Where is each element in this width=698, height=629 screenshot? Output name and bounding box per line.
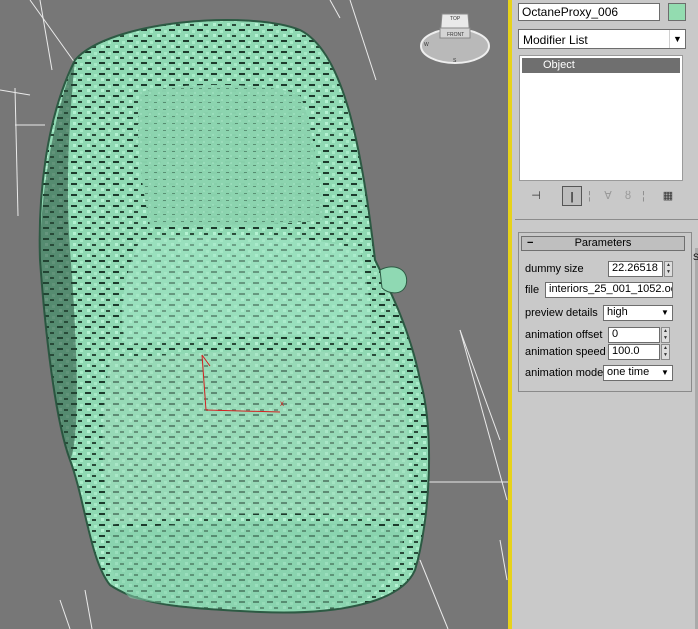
animation-offset-field[interactable]: 0 [608, 327, 660, 343]
svg-text:x: x [280, 399, 284, 408]
pin-stack-icon[interactable]: ⊣ [526, 186, 546, 206]
chevron-down-icon[interactable]: ▼ [659, 366, 671, 380]
panel-edge-label: S [693, 252, 698, 262]
animation-speed-spinner[interactable]: ▲ ▼ [661, 344, 670, 360]
viewcube-compass-w: W [424, 42, 429, 48]
preview-details-value: high [607, 306, 628, 318]
panel-divider [515, 219, 698, 220]
show-end-result-icon[interactable]: | [562, 186, 582, 206]
file-label: file [525, 284, 540, 296]
stack-item-label: Object [543, 59, 575, 71]
object-name-field[interactable]: OctaneProxy_006 [518, 3, 660, 21]
viewcube-front-label: FRONT [447, 32, 464, 38]
car-proxy-mesh [38, 19, 431, 614]
viewcube-top-label: TOP [450, 16, 461, 22]
chevron-down-icon[interactable]: ▼ [669, 30, 685, 48]
animation-offset-spinner[interactable]: ▲ ▼ [661, 327, 670, 343]
dummy-size-field[interactable]: 22.26518 [608, 261, 663, 277]
modifier-list-label: Modifier List [523, 33, 588, 47]
preview-details-label: preview details [525, 307, 598, 319]
animation-mode-label: animation mode [525, 367, 604, 379]
animation-offset-label: animation offset [525, 329, 603, 341]
toolbar-divider: ¦ [588, 190, 591, 202]
stack-item-object[interactable]: Object [522, 58, 680, 73]
dummy-size-label: dummy size [525, 263, 584, 275]
animation-speed-field[interactable]: 100.0 [608, 344, 660, 360]
animation-mode-value: one time [607, 366, 650, 378]
make-unique-icon[interactable]: ∀ [598, 186, 618, 206]
toolbar-divider: ¦ [642, 190, 645, 202]
dummy-size-spinner[interactable]: ▲ ▼ [664, 261, 673, 277]
viewport-scene: x [0, 0, 508, 629]
file-field[interactable]: interiors_25_001_1052.oc [545, 282, 673, 298]
object-color-swatch[interactable] [668, 3, 686, 21]
parameters-rollout: − Parameters dummy size 22.26518 ▲ ▼ file… [518, 232, 692, 392]
animation-speed-label: animation speed [525, 346, 606, 358]
remove-modifier-icon[interactable]: ȣ [618, 186, 638, 206]
configure-modifier-sets-icon[interactable]: ▦ [658, 186, 678, 206]
rollout-title: Parameters [574, 237, 632, 249]
animation-mode-dropdown[interactable]: one time ▼ [603, 365, 673, 381]
modifier-stack[interactable]: Object [519, 55, 683, 181]
modifier-list-dropdown[interactable]: Modifier List ▼ [518, 29, 686, 49]
chevron-down-icon[interactable]: ▼ [659, 306, 671, 320]
command-panel: OctaneProxy_006 Modifier List ▼ Object ⊣… [512, 0, 698, 629]
viewcube[interactable]: TOP FRONT W S [418, 6, 492, 66]
perspective-viewport[interactable]: x TOP FRONT W S [0, 0, 508, 629]
parameters-rollout-header[interactable]: − Parameters [521, 236, 685, 251]
modifier-stack-toolbar: ⊣ | ¦ ∀ ȣ ¦ ▦ [518, 186, 686, 208]
preview-details-dropdown[interactable]: high ▼ [603, 305, 673, 321]
